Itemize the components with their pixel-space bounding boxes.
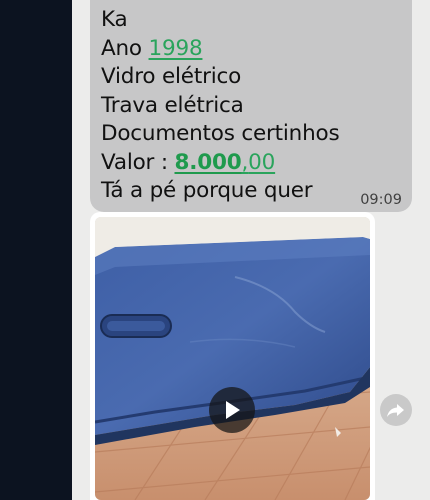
line-text: Documentos certinhos <box>101 121 340 146</box>
message-line: Ka <box>101 6 339 35</box>
forward-icon <box>387 404 404 417</box>
line-text: Vidro elétrico <box>101 64 242 89</box>
message-line: Documentos certinhos <box>101 120 340 149</box>
video-thumbnail[interactable] <box>95 217 370 500</box>
message-line: Tá a pé porque quer <box>101 177 339 206</box>
video-message-bubble[interactable] <box>90 212 375 500</box>
line-text: Ano <box>101 35 149 61</box>
forward-button[interactable] <box>380 394 412 426</box>
message-text: Ka Ano 1998 Vidro elétrico Trava elétric… <box>101 6 340 206</box>
line-text: Trava elétrica <box>101 92 244 118</box>
line-text: Valor : <box>101 149 175 175</box>
car-door-image <box>95 217 370 500</box>
play-button[interactable] <box>209 387 255 433</box>
message-bubble[interactable]: Ka Ano 1998 Vidro elétrico Trava elétric… <box>90 0 412 212</box>
message-line: Ano 1998 <box>101 35 339 64</box>
message-timestamp: 09:09 <box>360 192 402 208</box>
price-link[interactable]: 8.000 <box>175 150 242 175</box>
message-line: Trava elétrica <box>101 92 339 121</box>
line-text: Tá a pé porque quer <box>101 178 313 203</box>
message-line: Vidro elétrico <box>101 63 339 92</box>
price-cents-link[interactable]: 00 <box>248 150 275 175</box>
message-line: Valor : 8.000,00 <box>101 149 339 178</box>
line-text: Ka <box>101 7 128 32</box>
play-icon <box>226 401 240 419</box>
year-link[interactable]: 1998 <box>149 36 203 61</box>
left-sidebar <box>0 0 72 500</box>
